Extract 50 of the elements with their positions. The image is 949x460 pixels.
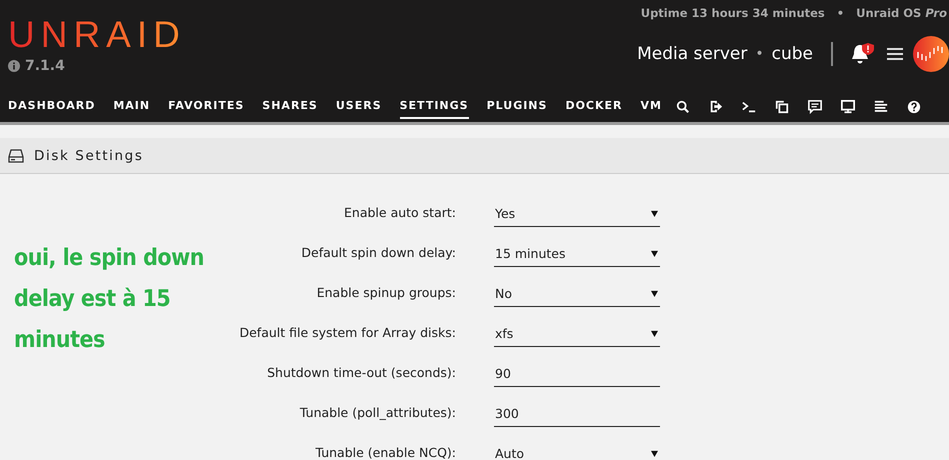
avatar-icon[interactable] (913, 36, 949, 72)
separator-dot: • (836, 6, 844, 20)
server-description: cube (772, 44, 813, 64)
license-text: Unraid OS Pro (856, 6, 947, 20)
nav-tab[interactable]: MAIN (113, 95, 150, 119)
setting-label: Default file system for Array disks: (239, 325, 456, 342)
nav-tab[interactable]: PLUGINS (486, 95, 548, 119)
logout-icon[interactable] (709, 100, 723, 114)
setting-label: Tunable (poll_attributes): (300, 405, 456, 422)
separator-dot: • (755, 46, 764, 62)
setting-label: Enable auto start: (344, 205, 456, 222)
caret-icon (651, 290, 658, 296)
caret-icon (651, 250, 658, 256)
select-field[interactable]: Auto (494, 440, 660, 460)
setting-label: Shutdown time-out (seconds): (267, 365, 456, 382)
nav-tab[interactable]: SHARES (262, 95, 318, 119)
chat-icon[interactable] (808, 100, 822, 114)
setting-label: Tunable (enable NCQ): (315, 445, 456, 460)
version-text: 7.1.4 (25, 58, 65, 74)
setting-label: Enable spinup groups: (316, 285, 456, 302)
setting-label: Default spin down delay: (301, 245, 456, 262)
help-icon[interactable] (907, 100, 921, 114)
info-icon[interactable] (8, 60, 20, 72)
terminal-icon[interactable] (742, 100, 756, 114)
copy-icon[interactable] (775, 100, 789, 114)
caret-icon (651, 330, 658, 336)
select-field[interactable]: No (494, 280, 660, 307)
caret-icon (651, 210, 658, 216)
annotation-text: oui, le spin down delay est à 15 minutes (14, 244, 205, 355)
menu-icon[interactable] (887, 48, 903, 60)
nav-tab[interactable]: VM (640, 95, 662, 119)
nav-tab[interactable]: FAVORITES (168, 95, 244, 119)
bell-icon[interactable] (849, 42, 875, 66)
select-field[interactable]: xfs (494, 320, 660, 347)
search-icon[interactable] (676, 100, 690, 114)
nav-tab[interactable]: USERS (336, 95, 382, 119)
monitor-icon[interactable] (841, 100, 855, 114)
server-name: Media server (637, 44, 748, 64)
nav-tab[interactable]: DASHBOARD (8, 95, 96, 119)
log-icon[interactable] (874, 100, 888, 114)
select-field[interactable]: Yes (494, 200, 660, 227)
input-field[interactable]: 300 (494, 400, 660, 427)
select-field[interactable]: 15 minutes (494, 240, 660, 267)
caret-icon (651, 450, 658, 456)
input-field[interactable]: 90 (494, 360, 660, 387)
nav-tab[interactable]: SETTINGS (400, 95, 469, 119)
panel-title: Disk Settings (34, 148, 144, 164)
uptime-text: Uptime 13 hours 34 minutes (640, 6, 825, 20)
disk-icon (8, 148, 24, 162)
nav-tab[interactable]: DOCKER (565, 95, 623, 119)
